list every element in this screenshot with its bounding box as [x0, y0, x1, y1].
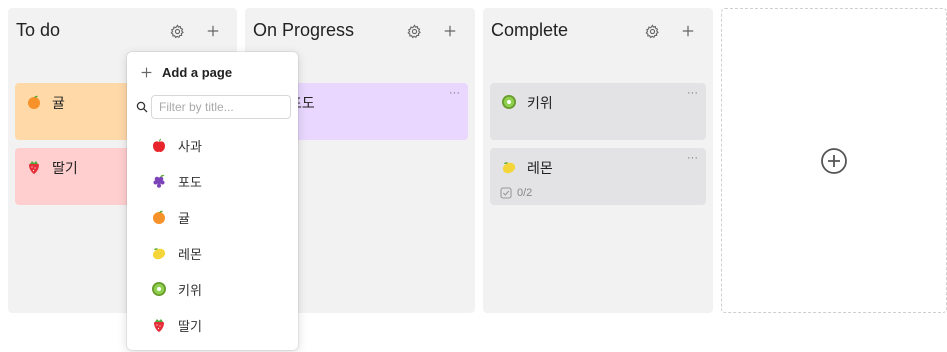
plus-icon: [443, 24, 457, 38]
add-page-popup: Add a page 사과 포도 귤 레몬 키위 딸기: [127, 52, 298, 350]
card-label: 딸기: [52, 161, 78, 177]
column-title: On Progress: [253, 20, 355, 40]
card-label: 레몬: [527, 161, 553, 177]
popup-item-kiwi[interactable]: 키위: [151, 276, 291, 302]
card-menu-button[interactable]: ···: [687, 152, 698, 164]
card-menu-button[interactable]: ···: [687, 87, 698, 99]
add-page-button[interactable]: Add a page: [140, 65, 232, 80]
popup-item-strawberry[interactable]: 딸기: [151, 312, 291, 338]
popup-item-label: 레몬: [178, 247, 202, 263]
plus-circle-icon: [821, 147, 847, 174]
popup-item-label: 귤: [178, 211, 190, 227]
filter-input[interactable]: [151, 95, 291, 119]
plus-icon: [206, 24, 220, 38]
popup-item-orange[interactable]: 귤: [151, 204, 291, 230]
column-settings-button[interactable]: [167, 21, 187, 41]
search-icon: [136, 101, 148, 113]
lemon-icon: [151, 245, 167, 261]
kiwi-icon: [501, 94, 517, 110]
column-settings-button[interactable]: [404, 21, 424, 41]
card-label: 키위: [527, 96, 553, 112]
card-label: 귤: [52, 96, 65, 112]
strawberry-icon: [151, 317, 167, 333]
lemon-icon: [501, 159, 517, 175]
orange-icon: [26, 94, 42, 110]
popup-item-label: 포도: [178, 175, 202, 191]
popup-item-label: 사과: [178, 139, 202, 155]
popup-item-grape[interactable]: 포도: [151, 168, 291, 194]
add-page-label: Add a page: [162, 65, 233, 80]
add-column-button[interactable]: [721, 8, 947, 313]
popup-item-label: 딸기: [178, 319, 202, 335]
column-title: Complete: [491, 20, 569, 40]
card-lemon[interactable]: 레몬 ··· 0/2: [490, 148, 706, 205]
column-complete: Complete 키위 ··· 레몬 ··· 0/2: [483, 8, 713, 313]
column-add-button[interactable]: [678, 21, 698, 41]
column-add-button[interactable]: [440, 21, 460, 41]
popup-item-apple[interactable]: 사과: [151, 132, 291, 158]
checklist-count: 0/2: [517, 187, 533, 199]
gear-icon: [170, 24, 185, 39]
card-kiwi[interactable]: 키위 ···: [490, 83, 706, 140]
checkbox-icon: [500, 187, 512, 199]
gear-icon: [407, 24, 422, 39]
checklist-progress: 0/2: [500, 187, 532, 199]
column-settings-button[interactable]: [642, 21, 662, 41]
column-title: To do: [16, 20, 61, 40]
popup-item-lemon[interactable]: 레몬: [151, 240, 291, 266]
kiwi-icon: [151, 281, 167, 297]
popup-item-label: 키위: [178, 283, 202, 299]
apple-icon: [151, 137, 167, 153]
strawberry-icon: [26, 159, 42, 175]
gear-icon: [645, 24, 660, 39]
plus-icon: [140, 66, 153, 79]
column-add-button[interactable]: [203, 21, 223, 41]
plus-icon: [681, 24, 695, 38]
orange-icon: [151, 209, 167, 225]
grape-icon: [151, 173, 167, 189]
card-menu-button[interactable]: ···: [449, 87, 460, 99]
